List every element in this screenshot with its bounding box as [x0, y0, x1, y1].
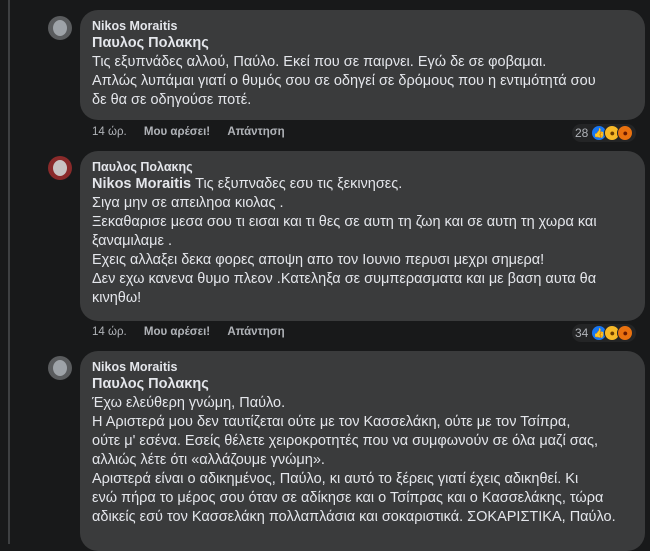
comment-text-line: Σιγα μην σε απειληοα κιολας . — [92, 195, 284, 211]
tagged-user[interactable]: Nikos Moraitis — [92, 176, 191, 192]
comment-text-line: ξαναμιλαμε . — [92, 233, 172, 249]
tagged-user[interactable]: Παυλος Πολακης — [92, 34, 633, 53]
comment-text-line: κινηθω! — [92, 290, 142, 306]
comment-text-line: Εχεις αλλαξει δεκα φορες αποψη απο τον Ι… — [92, 252, 545, 268]
comment-author[interactable]: Παυλος Πολακης — [92, 159, 633, 175]
avatar[interactable] — [48, 156, 72, 180]
angry-icon: ● — [617, 125, 634, 141]
comment-text-line: αλλιώς λέτε ότι «αλλάζουμε γνώμη». — [92, 452, 325, 468]
comment-text-line: Ξεκαθαρισε μεσα σου τι εισαι και τι θες … — [92, 214, 597, 230]
comment-text-line: Η Αριστερά μου δεν ταυτίζεται ούτε με το… — [92, 414, 571, 430]
comment-text-line: ούτε μ' εσένα. Εσείς θέλετε χειροκροτητέ… — [92, 433, 599, 449]
reply-button[interactable]: Απάντηση — [227, 326, 284, 338]
avatar[interactable] — [48, 356, 72, 380]
comment-text-line: Αριστερά είναι ο αδικημένος, Παύλο, κι α… — [92, 471, 579, 487]
comment-author[interactable]: Nikos Moraitis — [92, 18, 633, 34]
reply-button[interactable]: Απάντηση — [227, 126, 284, 138]
timestamp[interactable]: 14 ώρ. — [92, 326, 127, 338]
reaction-summary[interactable]: 34 👍 ● ● — [572, 324, 637, 342]
comment-text-line: Απλώς λυπάμαι γιατί ο θυμός σου σε οδηγε… — [92, 73, 596, 89]
reaction-count: 28 — [575, 126, 589, 140]
comment-text-line: Δεν εχω κανενα θυμο πλεον .Κατεληξα σε σ… — [92, 271, 597, 287]
comment-bubble: Παυλος Πολακης Nikos Moraitis Τις εξυπνα… — [80, 151, 645, 321]
comment-bubble: Nikos Moraitis Παυλος Πολακης Έχω ελεύθε… — [80, 351, 645, 551]
reaction-summary[interactable]: 28 👍 ● ● — [572, 124, 637, 142]
comment-author[interactable]: Nikos Moraitis — [92, 359, 633, 375]
comment-meta: 14 ώρ. Μου αρέσει! Απάντηση — [92, 326, 299, 338]
comment-bubble: Nikos Moraitis Παυλος Πολακης Τις εξυπνά… — [80, 10, 645, 120]
comment-text-line: Έχω ελεύθερη γνώμη, Παύλο. — [92, 395, 286, 411]
like-button[interactable]: Μου αρέσει! — [144, 126, 210, 138]
comment-text-line: Τις εξυπνάδες αλλού, Παύλο. Εκεί που σε … — [92, 54, 547, 70]
avatar[interactable] — [48, 16, 72, 40]
like-button[interactable]: Μου αρέσει! — [144, 326, 210, 338]
timestamp[interactable]: 14 ώρ. — [92, 126, 127, 138]
tagged-user[interactable]: Παυλος Πολακης — [92, 375, 633, 394]
comment-meta: 14 ώρ. Μου αρέσει! Απάντηση — [92, 126, 299, 138]
comment-text-line: Nikos Moraitis Τις εξυπναδες εσυ τις ξεκ… — [92, 175, 633, 194]
comment-text-line: αδικείς εσύ τον Κασσελάκη πολλαπλάσια κα… — [92, 509, 616, 525]
comment-text-line: ενώ πήρα το μέρος σου όταν σε αδίκησε κα… — [92, 490, 604, 506]
thread-line — [8, 0, 10, 544]
reaction-count: 34 — [575, 326, 589, 340]
comment-text: Τις εξυπναδες εσυ τις ξεκινησες. — [191, 176, 403, 192]
angry-icon: ● — [617, 325, 634, 341]
comment-text-line: δε θα σε οδηγούσε ποτέ. — [92, 92, 252, 108]
